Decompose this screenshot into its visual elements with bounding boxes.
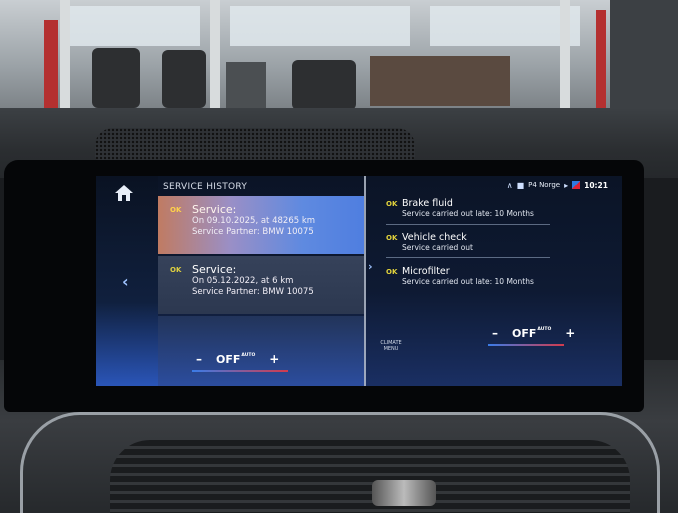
climate-value-right[interactable]: OFFAUTO — [512, 327, 551, 340]
detail-item-title: Brake fluid — [402, 198, 453, 209]
climate-menu-button[interactable]: CLIMATE MENU — [376, 340, 406, 352]
vent-knob — [372, 480, 436, 506]
ok-badge: OK — [386, 268, 398, 276]
ok-badge: OK — [170, 206, 182, 214]
air-vent — [110, 440, 630, 513]
history-item-partner: Service Partner: BMW 10075 — [192, 287, 314, 297]
workshop-equipment — [226, 62, 266, 108]
climate-value-left[interactable]: OFFAUTO — [216, 353, 255, 366]
history-item-title: Service: — [192, 263, 237, 276]
garage-pillar — [60, 0, 70, 120]
climate-off-text: OFF — [216, 352, 241, 366]
detail-item-microfilter: OK Microfilter Service carried out late:… — [386, 266, 550, 287]
history-item-partner: Service Partner: BMW 10075 — [192, 227, 314, 237]
garage-window — [230, 6, 410, 46]
garage-window — [430, 6, 580, 46]
history-item-date: On 05.12.2022, at 6 km — [192, 276, 294, 286]
climate-off-text: OFF — [512, 326, 537, 340]
list-separator — [386, 224, 550, 225]
temp-bar-right — [488, 344, 564, 346]
detail-item-title: Vehicle check — [402, 232, 467, 243]
climate-menu-label: MENU — [383, 346, 399, 352]
detail-item-status: Service carried out late: 10 Months — [402, 209, 534, 218]
garage-pillar — [560, 0, 570, 120]
detail-item-brake-fluid: OK Brake fluid Service carried out late:… — [386, 198, 550, 219]
mute-icon: ▸ — [564, 180, 569, 190]
home-icon[interactable] — [114, 184, 134, 202]
temp-down-button-right[interactable]: – — [492, 326, 498, 340]
temp-up-button-left[interactable]: + — [269, 352, 279, 366]
radio-icon: ■ — [516, 180, 525, 190]
climate-control-left: – OFFAUTO + — [196, 352, 279, 366]
temp-bar-left — [192, 370, 288, 372]
ok-badge: OK — [386, 200, 398, 208]
history-item-selected[interactable]: OK Service: On 09.10.2025, at 48265 km S… — [158, 196, 364, 254]
detail-item-title: Microfilter — [402, 266, 450, 277]
workshop-equipment — [370, 56, 510, 106]
panel-divider — [364, 176, 366, 386]
detail-item-status: Service carried out — [402, 243, 473, 252]
climate-auto-label: AUTO — [537, 326, 552, 332]
chevron-right-icon[interactable]: › — [368, 260, 373, 273]
tire-stack — [292, 60, 356, 110]
ok-badge: OK — [386, 234, 398, 242]
climate-control-right: – OFFAUTO + — [492, 326, 575, 340]
tire-stack — [92, 48, 140, 108]
history-item[interactable]: OK Service: On 05.12.2022, at 6 km Servi… — [158, 256, 364, 314]
chevron-left-icon[interactable]: ‹ — [122, 272, 129, 291]
temp-up-button-right[interactable]: + — [565, 326, 575, 340]
ok-badge: OK — [170, 266, 182, 274]
clock: 10:21 — [584, 180, 608, 190]
idrive-screen: ‹ SERVICE HISTORY OK Service: On 09.10.2… — [96, 176, 622, 386]
page-title: SERVICE HISTORY — [163, 182, 248, 192]
tire-stack — [162, 50, 206, 108]
detail-item-status: Service carried out late: 10 Months — [402, 277, 534, 286]
red-cabinet — [44, 20, 58, 110]
speaker-grille — [95, 128, 415, 162]
bluetooth-icon: ∧ — [506, 180, 513, 190]
history-item-date: On 09.10.2025, at 48265 km — [192, 216, 316, 226]
history-list-empty-area — [158, 316, 364, 386]
climate-auto-label: AUTO — [241, 352, 256, 358]
history-item-title: Service: — [192, 203, 237, 216]
temp-down-button-left[interactable]: – — [196, 352, 202, 366]
garage-pillar — [210, 0, 220, 120]
detail-item-vehicle-check: OK Vehicle check Service carried out — [386, 232, 550, 253]
sidebar: ‹ — [96, 176, 158, 386]
garage-window — [70, 6, 200, 46]
profile-icon — [572, 181, 581, 189]
status-bar: ∧ ■ P4 Norge ▸ 10:21 — [507, 178, 608, 192]
radio-station: P4 Norge — [528, 181, 561, 189]
list-separator — [386, 257, 550, 258]
